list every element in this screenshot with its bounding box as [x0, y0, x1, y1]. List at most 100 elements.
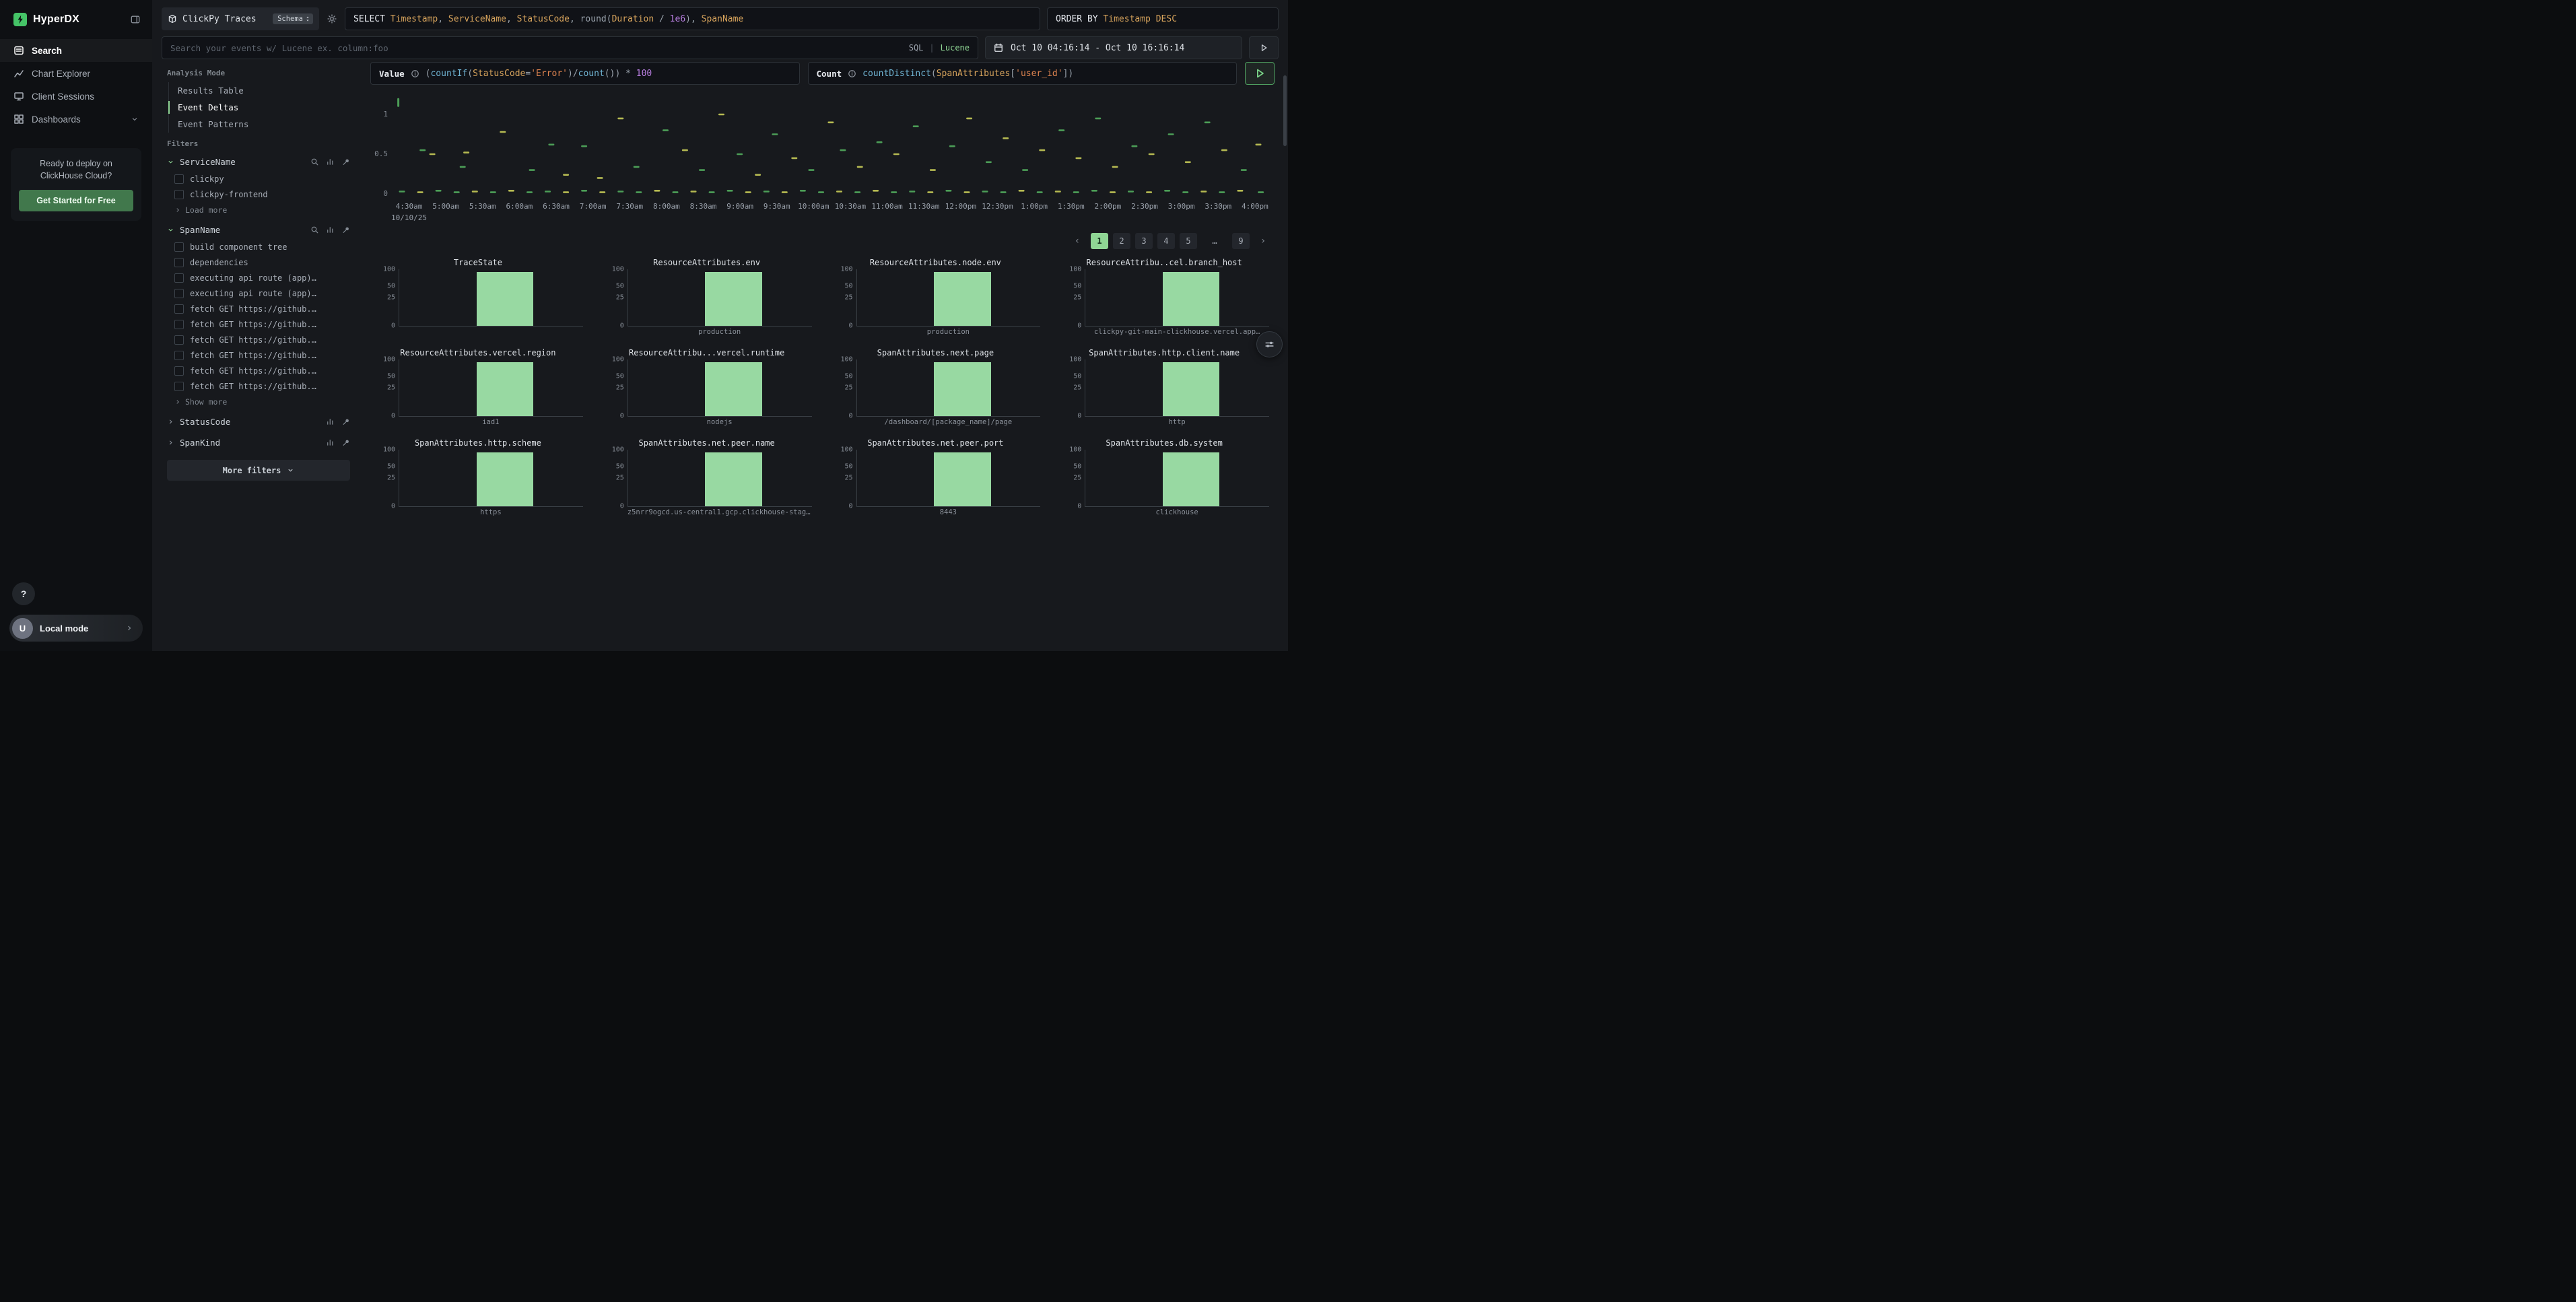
checkbox[interactable]: [174, 242, 184, 252]
chart-settings-fab[interactable]: [1256, 331, 1283, 357]
page-button-5[interactable]: 5: [1180, 233, 1197, 249]
mini-chart-plot[interactable]: 10050250: [399, 359, 583, 417]
source-selector[interactable]: ClickPy Traces Schema: [162, 7, 319, 30]
pin-icon[interactable]: [342, 226, 351, 234]
event-deltas-chart[interactable]: [392, 93, 1275, 201]
mini-chart-plot[interactable]: 10050250: [628, 450, 812, 507]
mini-chart-plot[interactable]: 10050250: [399, 450, 583, 507]
bar[interactable]: [934, 452, 991, 506]
bar[interactable]: [705, 362, 762, 416]
checkbox[interactable]: [174, 320, 184, 329]
time-range-picker[interactable]: Oct 10 04:16:14 - Oct 10 16:16:14: [985, 36, 1242, 59]
more-filters-button[interactable]: More filters: [167, 460, 350, 481]
help-button[interactable]: ?: [12, 582, 35, 605]
page-button-1[interactable]: 1: [1091, 233, 1108, 249]
checkbox[interactable]: [174, 382, 184, 391]
mini-chart-plot[interactable]: 10050250: [856, 359, 1041, 417]
run-query-button[interactable]: [1245, 62, 1275, 85]
checkbox[interactable]: [174, 273, 184, 283]
get-started-button[interactable]: Get Started for Free: [19, 190, 133, 211]
local-mode-button[interactable]: U Local mode: [9, 615, 143, 642]
load-more-link[interactable]: Load more: [167, 202, 350, 218]
bar[interactable]: [477, 452, 534, 506]
filter-option[interactable]: build component tree: [167, 239, 350, 254]
next-page-button[interactable]: ›: [1254, 233, 1272, 249]
bar-chart-icon[interactable]: [326, 417, 335, 426]
filter-group-header-statuscode[interactable]: StatusCode: [167, 413, 350, 431]
analysis-mode-event-patterns[interactable]: Event Patterns: [169, 116, 350, 133]
bar[interactable]: [705, 272, 762, 326]
filter-option[interactable]: fetch GET https://github.…: [167, 347, 350, 363]
bar-chart-icon[interactable]: [326, 158, 335, 166]
page-button-3[interactable]: 3: [1135, 233, 1153, 249]
mini-chart-plot[interactable]: 10050250: [1085, 450, 1269, 507]
filter-option[interactable]: fetch GET https://github.…: [167, 378, 350, 394]
run-search-button[interactable]: [1249, 36, 1279, 59]
checkbox[interactable]: [174, 174, 184, 184]
search-icon[interactable]: [310, 226, 319, 234]
bar[interactable]: [1163, 452, 1220, 506]
value-expression-input[interactable]: Value (countIf(StatusCode='Error')/count…: [370, 62, 800, 85]
event-search-input[interactable]: Search your events w/ Lucene ex. column:…: [162, 36, 978, 59]
filter-option[interactable]: clickpy-frontend: [167, 186, 350, 202]
bar[interactable]: [1163, 362, 1220, 416]
mini-chart-plot[interactable]: 10050250: [628, 269, 812, 327]
lucene-mode-toggle[interactable]: Lucene: [941, 43, 970, 53]
filter-option[interactable]: fetch GET https://github.…: [167, 332, 350, 347]
bar[interactable]: [477, 362, 534, 416]
filter-option[interactable]: fetch GET https://github.…: [167, 301, 350, 316]
show-more-link[interactable]: Show more: [167, 394, 350, 410]
filter-option[interactable]: executing api route (app)…: [167, 285, 350, 301]
checkbox[interactable]: [174, 335, 184, 345]
bar[interactable]: [477, 272, 534, 326]
checkbox[interactable]: [174, 289, 184, 298]
page-button-9[interactable]: 9: [1232, 233, 1250, 249]
hyperdx-logo[interactable]: HyperDX: [13, 13, 79, 26]
bar[interactable]: [934, 272, 991, 326]
pin-icon[interactable]: [342, 438, 351, 447]
count-expression-input[interactable]: Count countDistinct(SpanAttributes['user…: [808, 62, 1238, 85]
checkbox[interactable]: [174, 351, 184, 360]
search-icon[interactable]: [310, 158, 319, 166]
prev-page-button[interactable]: ‹: [1069, 233, 1086, 249]
filter-option[interactable]: executing api route (app)…: [167, 270, 350, 285]
sidebar-item-dashboards[interactable]: Dashboards: [0, 108, 152, 131]
checkbox[interactable]: [174, 258, 184, 267]
sql-mode-toggle[interactable]: SQL: [909, 43, 924, 53]
page-button-4[interactable]: 4: [1157, 233, 1175, 249]
mini-chart-plot[interactable]: 10050250: [856, 269, 1041, 327]
mini-chart-plot[interactable]: 10050250: [628, 359, 812, 417]
bar[interactable]: [1163, 272, 1220, 326]
filter-option[interactable]: fetch GET https://github.…: [167, 316, 350, 332]
mini-chart-plot[interactable]: 10050250: [399, 269, 583, 327]
bar-chart-icon[interactable]: [326, 226, 335, 234]
sidebar-item-search[interactable]: Search: [0, 39, 152, 62]
schema-badge[interactable]: Schema: [273, 13, 313, 24]
bar-chart-icon[interactable]: [326, 438, 335, 447]
pin-icon[interactable]: [342, 158, 351, 166]
bar[interactable]: [705, 452, 762, 506]
filter-option[interactable]: fetch GET https://github.…: [167, 363, 350, 378]
checkbox[interactable]: [174, 366, 184, 376]
analysis-mode-results-table[interactable]: Results Table: [169, 82, 350, 99]
checkbox[interactable]: [174, 304, 184, 314]
sidebar-item-chart-explorer[interactable]: Chart Explorer: [0, 62, 152, 85]
checkbox[interactable]: [174, 190, 184, 199]
sidebar-item-client-sessions[interactable]: Client Sessions: [0, 85, 152, 108]
filter-group-header-spankind[interactable]: SpanKind: [167, 434, 350, 452]
pin-icon[interactable]: [342, 417, 351, 426]
mini-chart-plot[interactable]: 10050250: [856, 450, 1041, 507]
filter-group-header-spanname[interactable]: SpanName: [167, 221, 350, 239]
select-clause-input[interactable]: SELECT Timestamp, ServiceName, StatusCod…: [345, 7, 1040, 30]
source-settings-button[interactable]: [326, 7, 338, 30]
collapse-sidebar-icon[interactable]: [131, 15, 140, 24]
page-button-2[interactable]: 2: [1113, 233, 1130, 249]
filter-group-header-servicename[interactable]: ServiceName: [167, 153, 350, 171]
order-by-input[interactable]: ORDER BY Timestamp DESC: [1047, 7, 1279, 30]
bar[interactable]: [934, 362, 991, 416]
mini-chart-plot[interactable]: 10050250: [1085, 359, 1269, 417]
analysis-mode-event-deltas[interactable]: Event Deltas: [169, 99, 350, 116]
filter-option[interactable]: dependencies: [167, 254, 350, 270]
filter-option[interactable]: clickpy: [167, 171, 350, 186]
scrollbar-thumb[interactable]: [1283, 75, 1287, 146]
